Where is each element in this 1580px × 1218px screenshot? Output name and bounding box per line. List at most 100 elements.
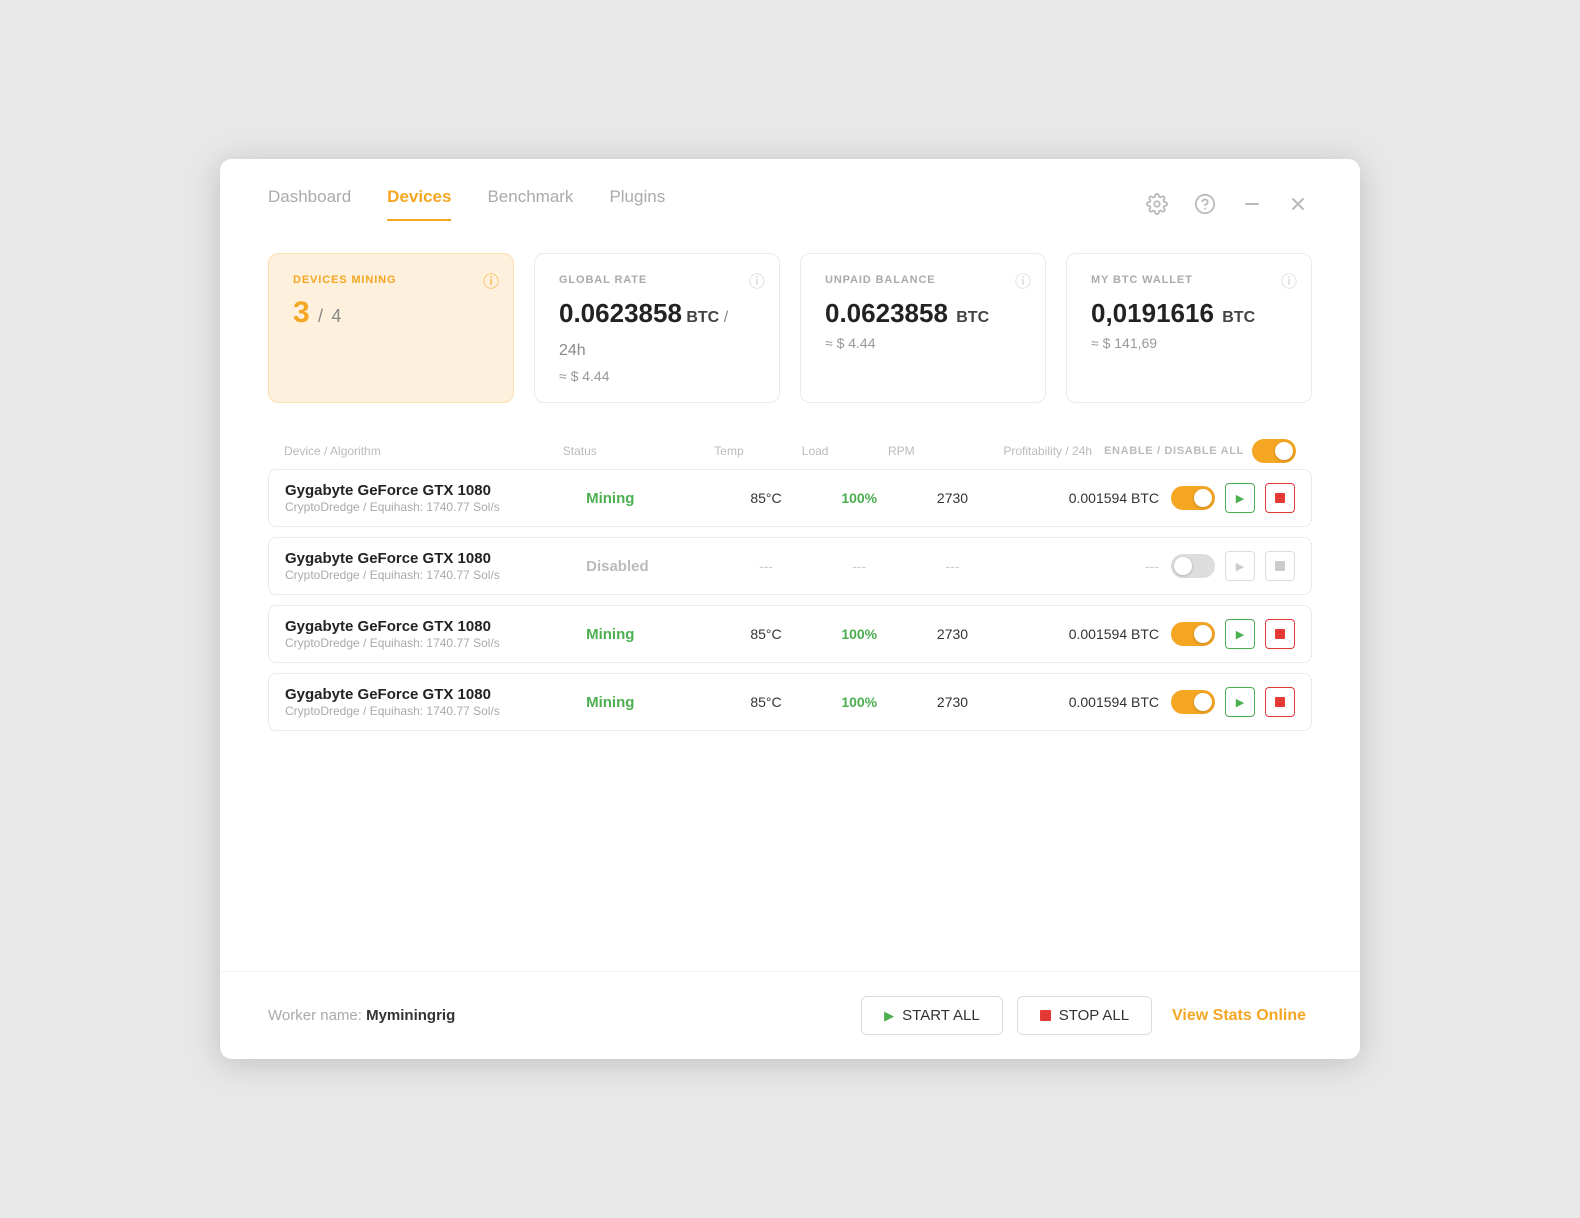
nav-bar: Dashboard Devices Benchmark Plugins: [220, 159, 1360, 221]
help-button[interactable]: [1190, 189, 1220, 219]
device-2-play-button[interactable]: ▶: [1225, 551, 1255, 581]
device-4-profit: 0.001594 BTC: [999, 694, 1171, 710]
btc-wallet-unit: BTC: [1222, 309, 1255, 326]
unpaid-balance-info-icon[interactable]: ⓘ: [1015, 268, 1031, 292]
enable-disable-all-label: ENABLE / DISABLE ALL: [1104, 445, 1244, 457]
enable-disable-all-container: ENABLE / DISABLE ALL: [1104, 439, 1296, 463]
stop-all-label: STOP ALL: [1059, 1007, 1129, 1024]
device-1-status: Mining: [578, 490, 719, 507]
start-all-button[interactable]: ▶ START ALL: [861, 996, 1003, 1035]
stat-card-devices-mining: ⓘ DEVICES MINING 3 / 4: [268, 253, 514, 403]
device-list: Gygabyte GeForce GTX 1080 CryptoDredge /…: [268, 469, 1312, 741]
device-1-temp: 85°C: [719, 490, 812, 506]
devices-mining-slash: /: [318, 306, 323, 326]
device-3-load: 100%: [813, 626, 906, 642]
global-rate-number: 0.0623858: [559, 298, 682, 328]
device-3-play-button[interactable]: ▶: [1225, 619, 1255, 649]
help-icon: [1194, 193, 1216, 215]
device-1-load: 100%: [813, 490, 906, 506]
devices-mining-label: DEVICES MINING: [293, 274, 489, 286]
device-1-rpm: 2730: [906, 490, 999, 506]
settings-button[interactable]: [1142, 189, 1172, 219]
device-row-4: Gygabyte GeForce GTX 1080 CryptoDredge /…: [269, 674, 1311, 730]
stop-icon: [1275, 629, 1285, 639]
device-3-rpm: 2730: [906, 626, 999, 642]
device-2-status: Disabled: [578, 558, 719, 575]
btc-wallet-label: MY BTC WALLET: [1091, 274, 1287, 286]
btc-wallet-info-icon[interactable]: ⓘ: [1281, 268, 1297, 292]
enable-all-toggle[interactable]: [1252, 439, 1296, 463]
table-row: Gygabyte GeForce GTX 1080 CryptoDredge /…: [268, 469, 1312, 527]
device-row-2: Gygabyte GeForce GTX 1080 CryptoDredge /…: [269, 538, 1311, 594]
app-window: Dashboard Devices Benchmark Plugins: [220, 159, 1360, 1059]
start-all-label: START ALL: [902, 1007, 980, 1024]
view-stats-button[interactable]: View Stats Online: [1166, 997, 1312, 1035]
device-row-1: Gygabyte GeForce GTX 1080 CryptoDredge /…: [269, 470, 1311, 526]
device-4-toggle[interactable]: [1171, 690, 1215, 714]
worker-name-value: Myminingrig: [366, 1007, 455, 1024]
device-4-load: 100%: [813, 694, 906, 710]
stat-card-global-rate: ⓘ GLOBAL RATE 0.0623858 BTC / 24h ≈ $ 4.…: [534, 253, 780, 403]
table-row: Gygabyte GeForce GTX 1080 CryptoDredge /…: [268, 605, 1312, 663]
device-4-sub: CryptoDredge / Equihash: 1740.77 Sol/s: [285, 704, 578, 718]
col-header-temp: Temp: [686, 444, 772, 458]
tab-plugins[interactable]: Plugins: [609, 187, 665, 221]
stat-card-unpaid-balance: ⓘ UNPAID BALANCE 0.0623858 BTC ≈ $ 4.44: [800, 253, 1046, 403]
minimize-icon: [1242, 194, 1262, 214]
tab-dashboard[interactable]: Dashboard: [268, 187, 351, 221]
global-rate-info-icon[interactable]: ⓘ: [749, 268, 765, 292]
stop-icon: [1275, 697, 1285, 707]
device-2-load: ---: [813, 558, 906, 574]
device-1-sub: CryptoDredge / Equihash: 1740.77 Sol/s: [285, 500, 578, 514]
devices-mining-value: 3 / 4: [293, 296, 489, 329]
device-4-stop-button[interactable]: [1265, 687, 1295, 717]
minimize-button[interactable]: [1238, 190, 1266, 218]
device-4-name: Gygabyte GeForce GTX 1080: [285, 686, 578, 703]
device-2-sub: CryptoDredge / Equihash: 1740.77 Sol/s: [285, 568, 578, 582]
close-button[interactable]: [1284, 190, 1312, 218]
footer: Worker name: Myminingrig ▶ START ALL STO…: [220, 971, 1360, 1059]
device-1-play-button[interactable]: ▶: [1225, 483, 1255, 513]
table-header: Device / Algorithm Status Temp Load RPM …: [268, 439, 1312, 469]
device-1-stop-button[interactable]: [1265, 483, 1295, 513]
stop-all-button[interactable]: STOP ALL: [1017, 996, 1152, 1035]
device-4-temp: 85°C: [719, 694, 812, 710]
tab-benchmark[interactable]: Benchmark: [487, 187, 573, 221]
table-row: Gygabyte GeForce GTX 1080 CryptoDredge /…: [268, 673, 1312, 731]
device-2-stop-button[interactable]: [1265, 551, 1295, 581]
nav-tabs: Dashboard Devices Benchmark Plugins: [268, 187, 1142, 221]
unpaid-balance-value: 0.0623858 BTC: [825, 296, 1021, 329]
device-2-name: Gygabyte GeForce GTX 1080: [285, 550, 578, 567]
device-3-temp: 85°C: [719, 626, 812, 642]
device-1-toggle[interactable]: [1171, 486, 1215, 510]
tab-devices[interactable]: Devices: [387, 187, 451, 221]
device-4-controls: ▶: [1171, 687, 1295, 717]
worker-name-display: Worker name: Myminingrig: [268, 1007, 861, 1024]
device-3-name-col: Gygabyte GeForce GTX 1080 CryptoDredge /…: [285, 618, 578, 650]
global-rate-value: 0.0623858 BTC / 24h: [559, 296, 755, 362]
device-2-rpm: ---: [906, 558, 999, 574]
stop-icon: [1275, 493, 1285, 503]
col-header-profit: Profitability / 24h: [944, 444, 1104, 458]
devices-mining-info-icon[interactable]: ⓘ: [483, 268, 499, 292]
device-3-name: Gygabyte GeForce GTX 1080: [285, 618, 578, 635]
device-2-toggle[interactable]: [1171, 554, 1215, 578]
device-4-rpm: 2730: [906, 694, 999, 710]
stop-all-stop-icon: [1040, 1010, 1051, 1021]
device-row-3: Gygabyte GeForce GTX 1080 CryptoDredge /…: [269, 606, 1311, 662]
btc-wallet-sub: ≈ $ 141,69: [1091, 335, 1287, 351]
stat-card-btc-wallet: ⓘ MY BTC WALLET 0,0191616 BTC ≈ $ 141,69: [1066, 253, 1312, 403]
device-4-play-button[interactable]: ▶: [1225, 687, 1255, 717]
col-header-device: Device / Algorithm: [284, 444, 555, 458]
play-icon: ▶: [1236, 492, 1244, 505]
unpaid-balance-unit: BTC: [956, 309, 989, 326]
device-3-toggle[interactable]: [1171, 622, 1215, 646]
device-2-name-col: Gygabyte GeForce GTX 1080 CryptoDredge /…: [285, 550, 578, 582]
device-2-profit: ---: [999, 558, 1171, 574]
col-header-rpm: RPM: [858, 444, 944, 458]
play-icon: ▶: [1236, 560, 1244, 573]
devices-mining-total: 4: [331, 306, 341, 326]
nav-controls: [1142, 189, 1312, 219]
device-3-sub: CryptoDredge / Equihash: 1740.77 Sol/s: [285, 636, 578, 650]
device-3-stop-button[interactable]: [1265, 619, 1295, 649]
